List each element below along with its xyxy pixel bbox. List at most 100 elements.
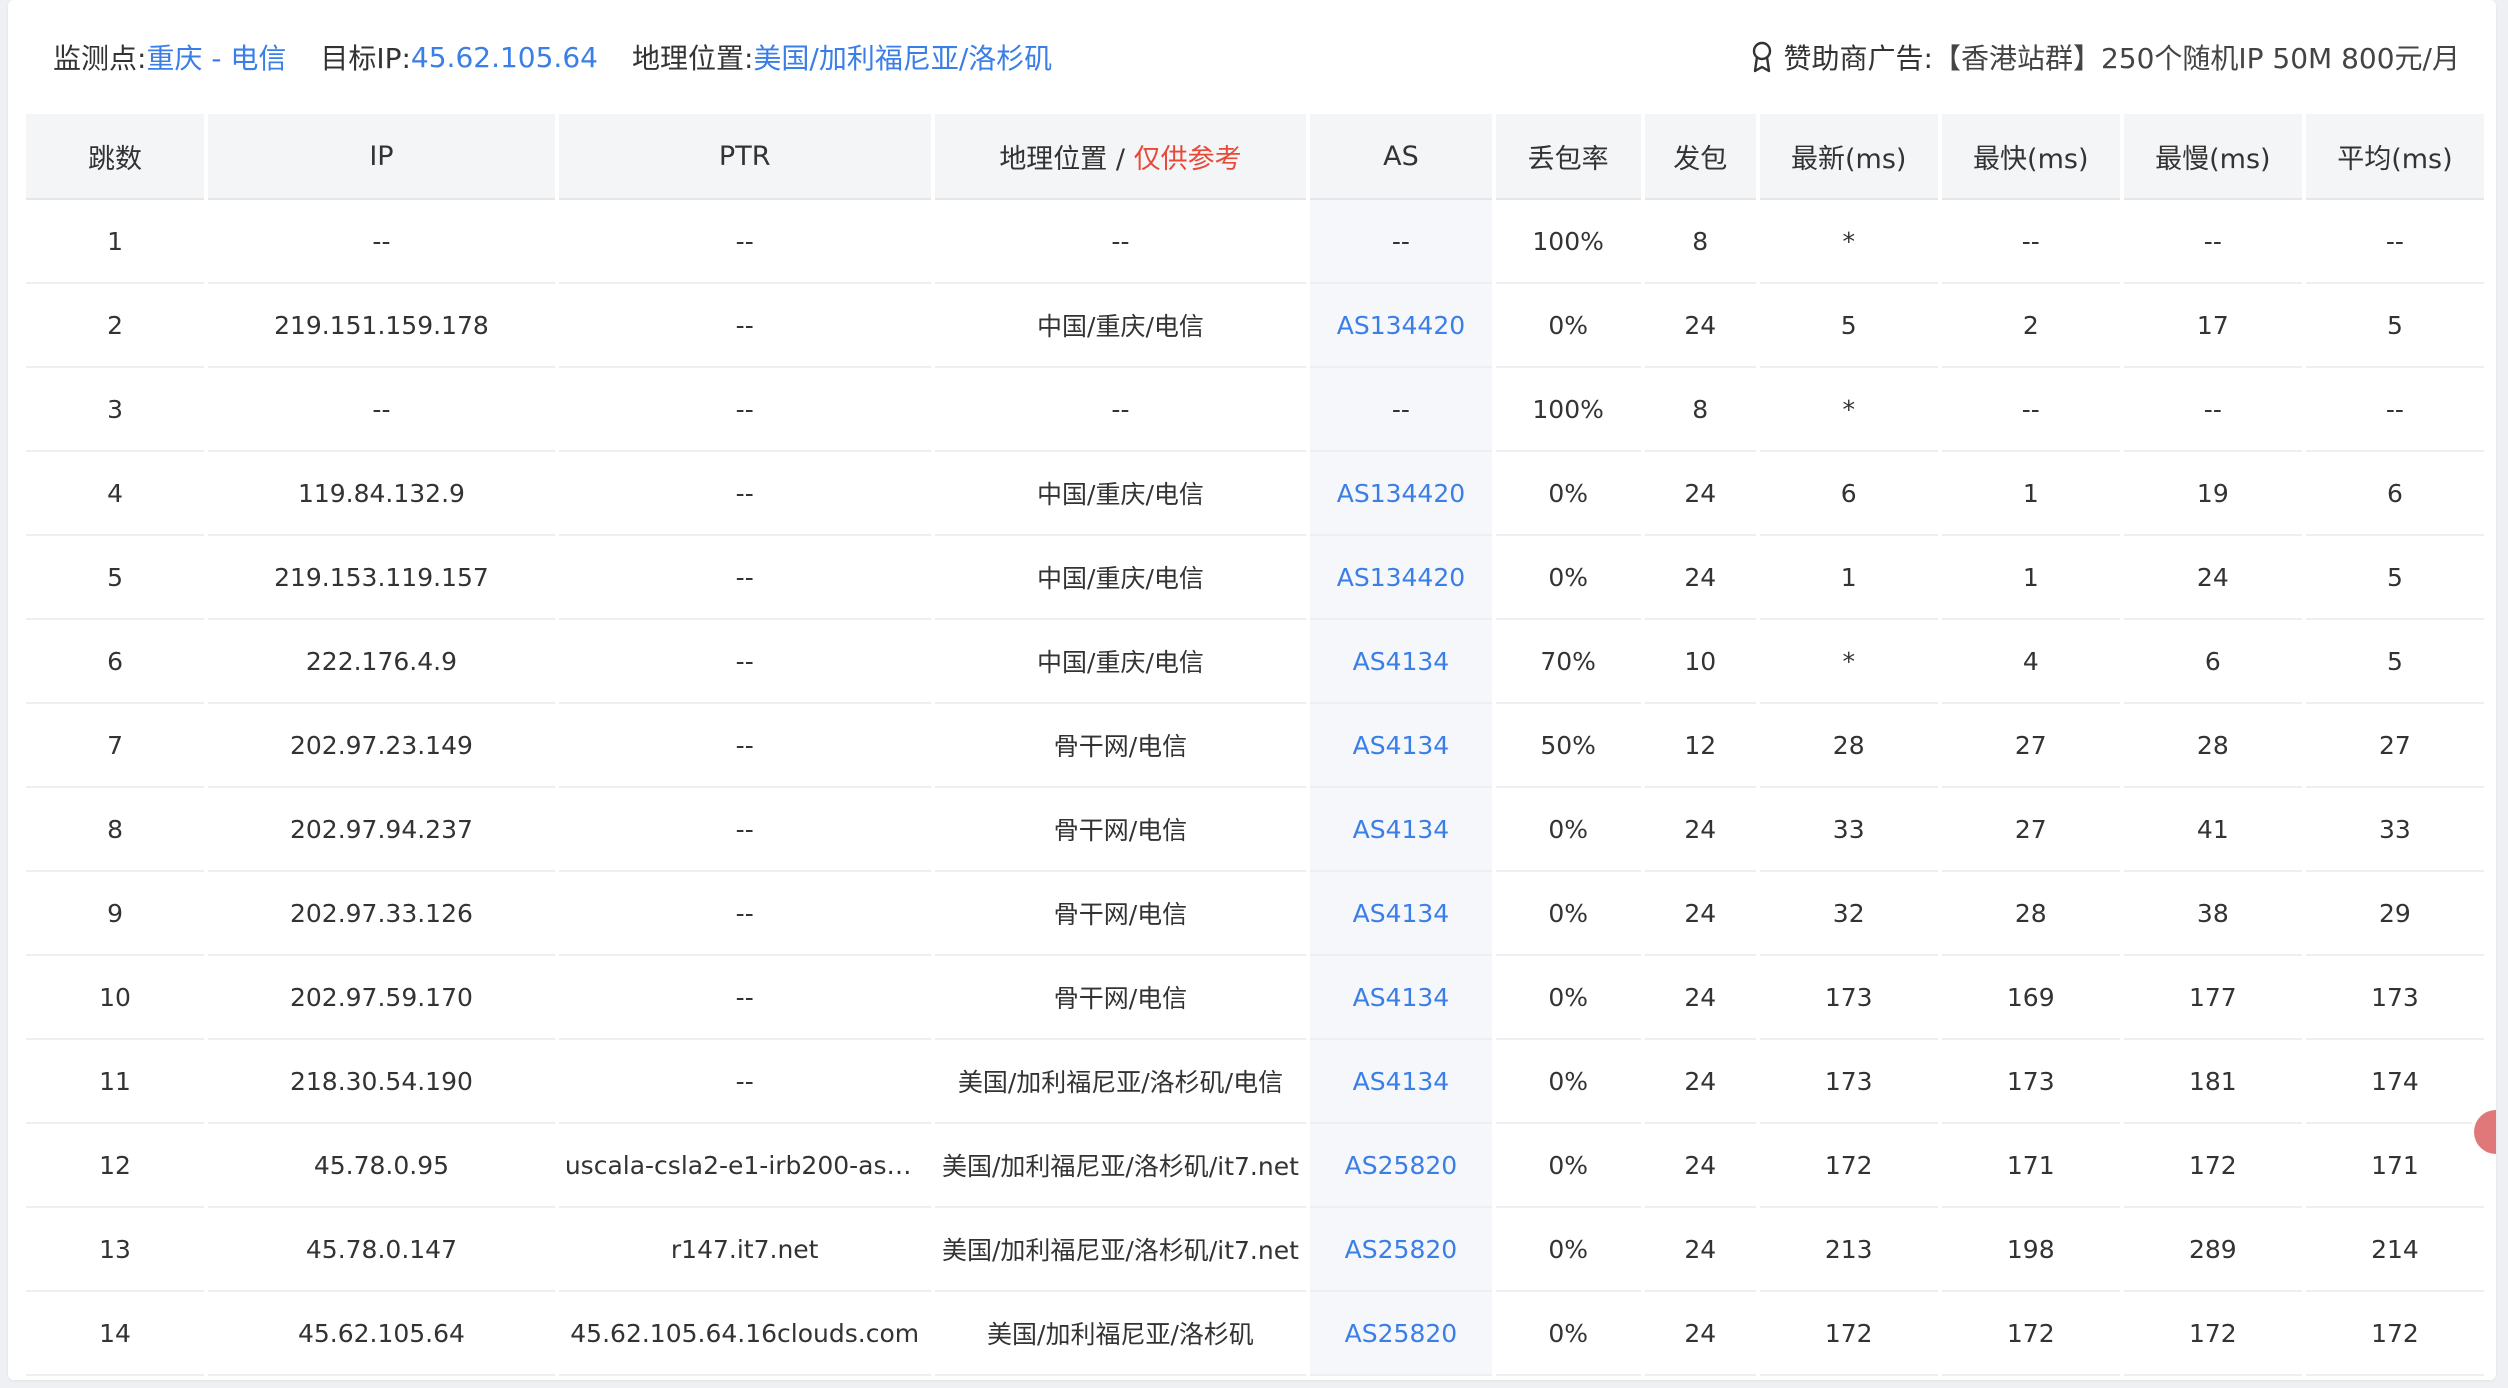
as-link[interactable]: AS25820: [1345, 1151, 1458, 1180]
col-avg: 平均(ms): [2305, 114, 2484, 200]
as-link[interactable]: AS4134: [1353, 731, 1450, 760]
cell-sent: 8: [1644, 200, 1756, 284]
table-row: 14 45.62.105.64 45.62.105.64.16clouds.com 美…: [26, 1292, 2484, 1376]
cell-last: *: [1759, 620, 1938, 704]
col-best: 最快(ms): [1941, 114, 2120, 200]
cell-last: 32: [1759, 872, 1938, 956]
cell-last: 173: [1759, 956, 1938, 1040]
cell-worst: 177: [2123, 956, 2302, 1040]
cell-as: AS4134: [1310, 620, 1492, 704]
cell-sent: 10: [1644, 620, 1756, 704]
cell-avg: 171: [2305, 1124, 2484, 1208]
cell-avg: 5: [2305, 536, 2484, 620]
monitor-value[interactable]: 重庆 - 电信: [146, 37, 286, 77]
table-row: 12 45.78.0.95 uscala-csla2-e1-irb200-as41.…: [26, 1124, 2484, 1208]
cell-avg: 214: [2305, 1208, 2484, 1292]
cell-best: 4: [1941, 620, 2120, 704]
as-link[interactable]: AS4134: [1353, 1067, 1450, 1096]
cell-loss: 0%: [1495, 1208, 1641, 1292]
cell-sent: 24: [1644, 872, 1756, 956]
cell-geo: 美国/加利福尼亚/洛杉矶/电信: [934, 1040, 1307, 1124]
sponsor-text[interactable]: 【香港站群】250个随机IP 50M 800元/月: [1933, 37, 2460, 77]
table-row: 1 -- -- -- -- 100% 8 * -- -- --: [26, 200, 2484, 284]
as-link[interactable]: AS134420: [1337, 563, 1465, 592]
cell-hop: 11: [26, 1040, 205, 1124]
cell-last: 5: [1759, 284, 1938, 368]
as-link[interactable]: AS4134: [1353, 647, 1450, 676]
cell-worst: 289: [2123, 1208, 2302, 1292]
as-link[interactable]: AS25820: [1345, 1319, 1458, 1348]
cell-sent: 24: [1644, 1208, 1756, 1292]
cell-ip: 219.153.119.157: [208, 536, 555, 620]
cell-ptr: --: [558, 956, 931, 1040]
geo-value[interactable]: 美国/加利福尼亚/洛杉矶: [753, 37, 1052, 77]
table-row: 10 202.97.59.170 -- 骨干网/电信 AS4134 0% 24 173 169 1…: [26, 956, 2484, 1040]
sponsor-label: 赞助商广告:: [1783, 42, 1933, 75]
cell-sent: 24: [1644, 536, 1756, 620]
cell-avg: 172: [2305, 1292, 2484, 1376]
col-loss: 丢包率: [1495, 114, 1641, 200]
cell-worst: 28: [2123, 704, 2302, 788]
as-link[interactable]: AS4134: [1353, 899, 1450, 928]
cell-last: 33: [1759, 788, 1938, 872]
cell-geo: 中国/重庆/电信: [934, 284, 1307, 368]
cell-loss: 0%: [1495, 536, 1641, 620]
table-row: 13 45.78.0.147 r147.it7.net 美国/加利福尼亚/洛杉矶/it…: [26, 1208, 2484, 1292]
cell-worst: 38: [2123, 872, 2302, 956]
cell-avg: 27: [2305, 704, 2484, 788]
as-link[interactable]: AS4134: [1353, 983, 1450, 1012]
col-ip: IP: [208, 114, 555, 200]
cell-loss: 100%: [1495, 368, 1641, 452]
col-as: AS: [1310, 114, 1492, 200]
monitor-label: 监测点:: [53, 42, 147, 75]
cell-sent: 24: [1644, 284, 1756, 368]
cell-loss: 0%: [1495, 872, 1641, 956]
cell-last: 6: [1759, 452, 1938, 536]
cell-ptr: 45.62.105.64.16clouds.com: [558, 1292, 931, 1376]
cell-worst: 6: [2123, 620, 2302, 704]
cell-hop: 5: [26, 536, 205, 620]
sponsor-ad[interactable]: 赞助商广告: 【香港站群】250个随机IP 50M 800元/月: [1748, 0, 2460, 114]
traceroute-panel: 监测点: 重庆 - 电信 目标IP: 45.62.105.64 地理位置: 美国…: [8, 0, 2496, 1380]
cell-hop: 6: [26, 620, 205, 704]
cell-hop: 1: [26, 200, 205, 284]
cell-ip: 202.97.59.170: [208, 956, 555, 1040]
cell-ptr: --: [558, 872, 931, 956]
cell-worst: 17: [2123, 284, 2302, 368]
cell-hop: 14: [26, 1292, 205, 1376]
cell-ptr: --: [558, 704, 931, 788]
cell-geo: 美国/加利福尼亚/洛杉矶/it7.net: [934, 1124, 1307, 1208]
cell-ptr: r147.it7.net: [558, 1208, 931, 1292]
cell-ptr: --: [558, 1040, 931, 1124]
cell-ip: 222.176.4.9: [208, 620, 555, 704]
geo-label: 地理位置:: [631, 42, 754, 75]
cell-loss: 0%: [1495, 1124, 1641, 1208]
as-link[interactable]: AS134420: [1337, 311, 1465, 340]
cell-best: 171: [1941, 1124, 2120, 1208]
cell-best: --: [1941, 200, 2120, 284]
cell-sent: 12: [1644, 704, 1756, 788]
cell-as: AS4134: [1310, 1040, 1492, 1124]
cell-avg: 174: [2305, 1040, 2484, 1124]
cell-loss: 0%: [1495, 1040, 1641, 1124]
cell-last: 173: [1759, 1040, 1938, 1124]
as-link[interactable]: AS134420: [1337, 479, 1465, 508]
cell-ip: 45.62.105.64: [208, 1292, 555, 1376]
cell-last: 28: [1759, 704, 1938, 788]
col-geo: 地理位置 / 仅供参考: [934, 114, 1307, 200]
cell-as: AS4134: [1310, 788, 1492, 872]
cell-hop: 13: [26, 1208, 205, 1292]
cell-worst: 172: [2123, 1124, 2302, 1208]
cell-best: 1: [1941, 452, 2120, 536]
cell-as: AS4134: [1310, 704, 1492, 788]
cell-worst: 41: [2123, 788, 2302, 872]
col-geo-label: 地理位置 /: [999, 143, 1134, 175]
cell-last: 1: [1759, 536, 1938, 620]
as-link[interactable]: AS4134: [1353, 815, 1450, 844]
cell-avg: 33: [2305, 788, 2484, 872]
target-ip-value[interactable]: 45.62.105.64: [411, 41, 598, 74]
table-row: 8 202.97.94.237 -- 骨干网/电信 AS4134 0% 24 33 27 41 33: [26, 788, 2484, 872]
cell-loss: 50%: [1495, 704, 1641, 788]
cell-avg: 5: [2305, 284, 2484, 368]
as-link[interactable]: AS25820: [1345, 1235, 1458, 1264]
